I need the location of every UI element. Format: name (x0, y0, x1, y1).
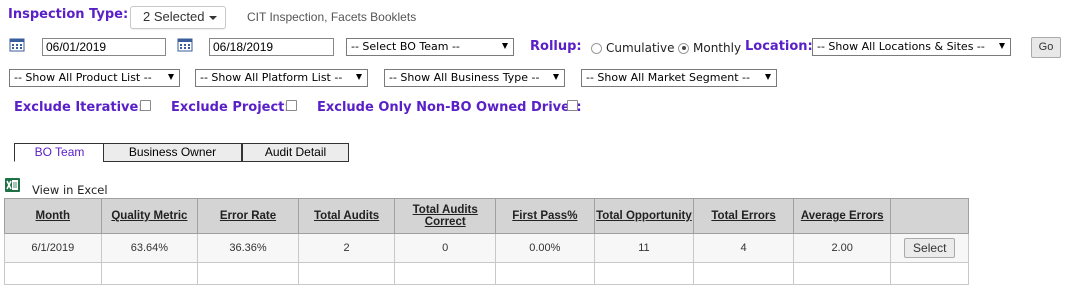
market-segment-value: -- Show All Market Segment -- (586, 71, 750, 84)
inspection-type-dropdown[interactable]: 2 Selected (130, 6, 227, 29)
radio-cumulative[interactable] (591, 42, 602, 54)
col-header-total-errors[interactable]: Total Errors (693, 198, 794, 234)
col-header-total-opportunity[interactable]: Total Opportunity (593, 198, 695, 234)
cell-error-rate: 36.36% (197, 233, 299, 263)
platform-list-select[interactable]: -- Show All Platform List -- (195, 69, 368, 87)
tab-business-owner[interactable]: Business Owner (103, 143, 242, 162)
col-header-total-audits[interactable]: Total Audits (297, 198, 396, 234)
product-list-select[interactable]: -- Show All Product List -- (9, 69, 180, 87)
start-date-input[interactable]: 06/01/2019 (42, 38, 166, 56)
rollup-cumulative-option[interactable]: Cumulative (591, 41, 675, 55)
exclude-project-label: Exclude Project: (171, 100, 290, 115)
col-header-error-rate[interactable]: Error Rate (197, 198, 299, 234)
col-header-month[interactable]: Month (4, 198, 102, 234)
exclude-non-bo-label: Exclude Only Non-BO Owned Driver: (317, 100, 582, 115)
calendar-icon[interactable] (9, 36, 25, 52)
tab-divider (105, 161, 349, 162)
product-list-value: -- Show All Product List -- (14, 71, 152, 84)
results-table: Month Quality Metric Error Rate Total Au… (4, 198, 969, 285)
business-type-value: -- Show All Business Type -- (389, 71, 540, 84)
exclude-project-checkbox[interactable] (286, 100, 297, 111)
location-select[interactable]: -- Show All Locations & Sites -- (812, 38, 1011, 56)
cell-first-pass: 0.00% (495, 233, 595, 263)
dropdown-arrow-icon (502, 43, 508, 49)
location-value: -- Show All Locations & Sites -- (817, 40, 985, 53)
exclude-iterative-checkbox[interactable] (140, 100, 151, 111)
select-button[interactable]: Select (904, 238, 956, 258)
end-date-input[interactable]: 06/18/2019 (209, 38, 334, 56)
cell-action: Select (890, 233, 969, 263)
cell-total-errors: 4 (693, 233, 794, 263)
col-header-average-errors[interactable]: Average Errors (792, 198, 892, 234)
platform-list-value: -- Show All Platform List -- (200, 71, 343, 84)
cell-total-audits: 2 (297, 233, 396, 263)
excel-icon[interactable] (5, 178, 20, 192)
view-in-excel-link[interactable]: View in Excel (32, 183, 108, 197)
cell-average-errors: 2.00 (792, 233, 892, 263)
rollup-label: Rollup: (530, 39, 582, 54)
col-header-first-pass[interactable]: First Pass% (495, 198, 595, 234)
cell-quality-metric: 63.64% (100, 233, 199, 263)
cell-total-audits-correct: 0 (394, 233, 497, 263)
table-row: 6/1/2019 63.64% 36.36% 2 0 0.00% 11 4 2.… (4, 233, 969, 263)
table-header-row: Month Quality Metric Error Rate Total Au… (4, 198, 969, 234)
exclude-iterative-label: Exclude Iterative: (14, 100, 144, 115)
go-button[interactable]: Go (1031, 37, 1061, 58)
market-segment-select[interactable]: -- Show All Market Segment -- (581, 69, 777, 87)
col-header-total-audits-correct[interactable]: Total Audits Correct (394, 198, 497, 234)
rollup-monthly-option[interactable]: Monthly (678, 41, 741, 55)
inspection-type-label: Inspection Type: (8, 7, 129, 22)
dropdown-arrow-icon (356, 74, 362, 80)
inspection-selected-text: 2 Selected (143, 9, 205, 24)
calendar-icon[interactable] (177, 36, 193, 52)
radio-monthly[interactable] (678, 42, 689, 54)
col-header-quality-metric[interactable]: Quality Metric (100, 198, 199, 234)
location-label: Location: (745, 39, 813, 54)
rollup-cumulative-label: Cumulative (606, 41, 675, 55)
cell-month: 6/1/2019 (4, 233, 102, 263)
caret-down-icon (209, 15, 218, 20)
business-type-select[interactable]: -- Show All Business Type -- (384, 69, 565, 87)
dropdown-arrow-icon (168, 74, 174, 80)
tab-bo-team[interactable]: BO Team (14, 143, 105, 162)
bo-team-select[interactable]: -- Select BO Team -- (346, 38, 514, 56)
rollup-monthly-label: Monthly (693, 41, 742, 55)
dropdown-arrow-icon (553, 74, 559, 80)
inspection-summary: CIT Inspection, Facets Booklets (247, 10, 417, 24)
col-header-action (890, 198, 969, 234)
exclude-non-bo-checkbox[interactable] (567, 100, 578, 111)
bo-team-value: -- Select BO Team -- (351, 40, 460, 53)
tab-audit-detail[interactable]: Audit Detail (242, 143, 349, 162)
dropdown-arrow-icon (999, 43, 1005, 49)
cell-total-opportunity: 11 (593, 233, 695, 263)
table-row-empty (4, 262, 969, 285)
dropdown-arrow-icon (765, 74, 771, 80)
